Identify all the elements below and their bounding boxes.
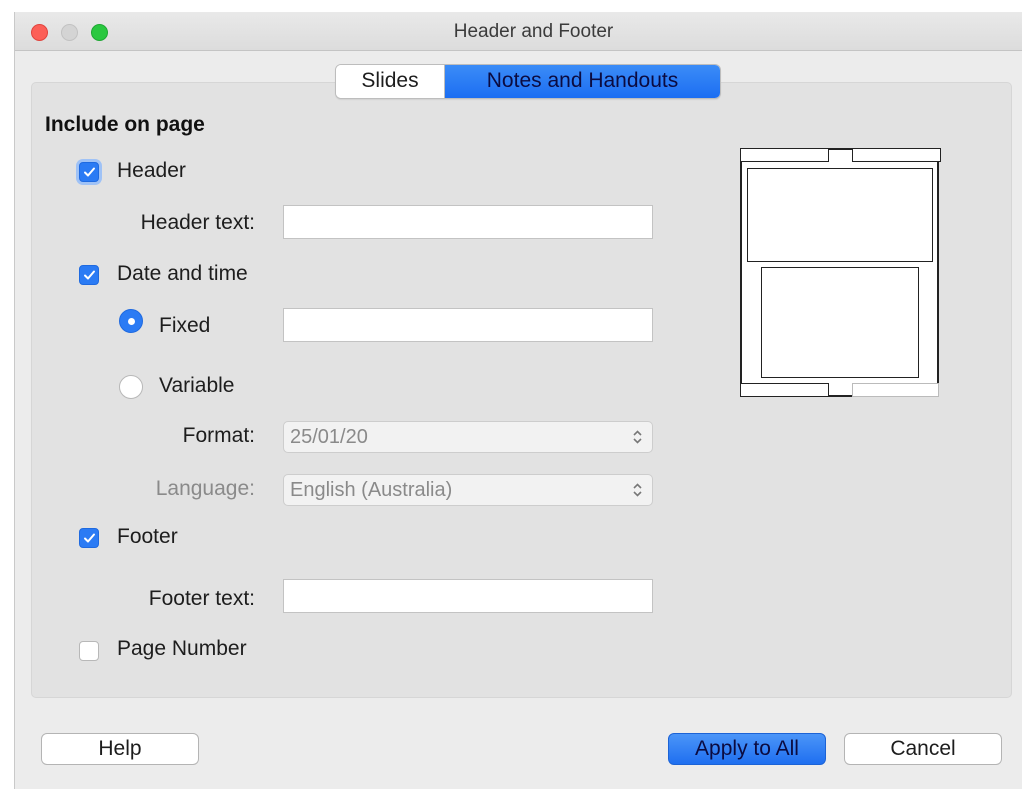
language-label: Language: — [155, 477, 255, 500]
variable-label: Variable — [159, 374, 235, 397]
chevron-up-down-icon — [633, 483, 642, 497]
header-label: Header — [117, 159, 186, 182]
title-bar: Header and Footer — [15, 12, 1022, 51]
date-time-checkbox[interactable] — [79, 265, 99, 285]
dialog-window: Header and Footer Slides Notes and Hando… — [14, 12, 1022, 789]
preview-header-right — [852, 148, 941, 162]
preview-page-number — [852, 383, 939, 397]
header-text-label: Header text: — [140, 211, 255, 234]
checkmark-icon — [84, 533, 95, 543]
fixed-radio[interactable] — [119, 309, 143, 333]
date-time-label: Date and time — [117, 262, 248, 285]
page-number-label: Page Number — [117, 637, 247, 660]
language-select[interactable]: English (Australia) — [283, 474, 653, 506]
footer-text-input[interactable] — [283, 579, 653, 613]
preview-notes-area — [761, 267, 919, 378]
format-label: Format: — [182, 424, 255, 447]
variable-radio[interactable] — [119, 375, 143, 399]
format-select[interactable]: 25/01/20 — [283, 421, 653, 453]
window-title: Header and Footer — [453, 21, 614, 42]
checkmark-icon — [84, 167, 95, 177]
page-number-checkbox[interactable] — [79, 641, 99, 661]
cancel-button[interactable]: Cancel — [844, 733, 1002, 765]
fixed-label: Fixed — [159, 314, 211, 337]
footer-label: Footer — [117, 525, 178, 548]
checkmark-icon — [84, 270, 95, 280]
apply-to-all-button[interactable]: Apply to All — [668, 733, 826, 765]
help-button[interactable]: Help — [41, 733, 199, 765]
tab-notes-and-handouts[interactable]: Notes and Handouts — [445, 65, 720, 98]
preview-header-left — [740, 148, 829, 162]
chevron-up-down-icon — [633, 430, 642, 444]
footer-checkbox[interactable] — [79, 528, 99, 548]
preview-slide-area — [747, 168, 933, 262]
section-title: Include on page — [45, 113, 205, 136]
preview-footer-left — [740, 383, 829, 397]
footer-text-label: Footer text: — [148, 587, 255, 610]
tab-slides[interactable]: Slides — [336, 65, 445, 98]
language-value: English (Australia) — [290, 479, 453, 501]
fixed-date-input[interactable] — [283, 308, 653, 342]
header-checkbox[interactable] — [79, 162, 99, 182]
format-value: 25/01/20 — [290, 426, 368, 448]
tab-bar: Slides Notes and Handouts — [335, 64, 721, 99]
header-text-input[interactable] — [283, 205, 653, 239]
layout-preview — [740, 148, 941, 397]
